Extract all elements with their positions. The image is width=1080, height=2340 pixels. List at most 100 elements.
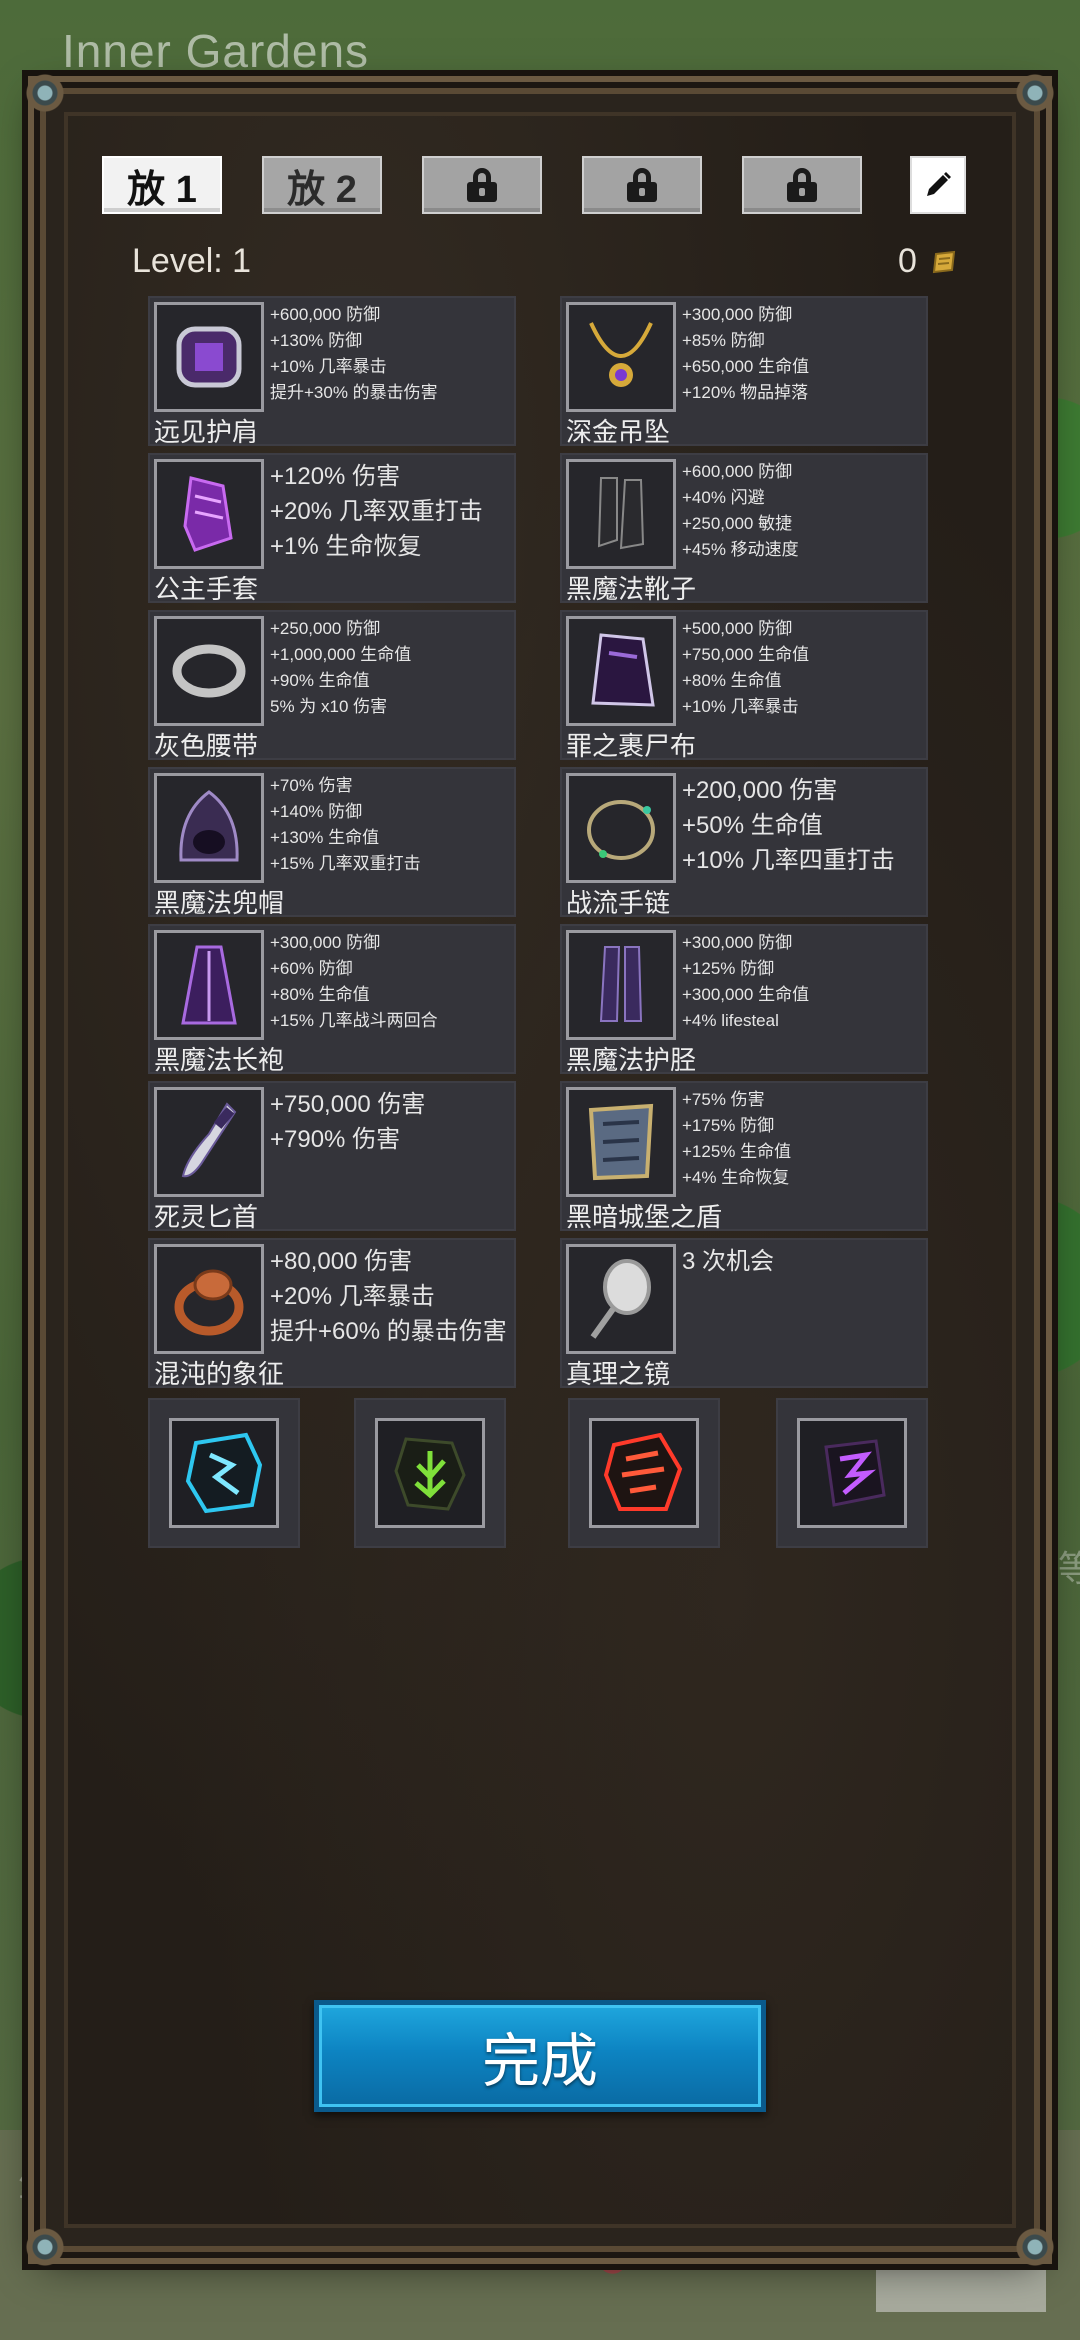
dagger-icon xyxy=(181,1102,237,1178)
item-stat-line: +80% 生命值 xyxy=(270,985,370,1004)
lock-icon xyxy=(787,168,817,202)
item-icon-frame xyxy=(154,459,264,569)
equipment-item[interactable]: +300,000 防御 +125% 防御 +300,000 生命值 +4% lifes… xyxy=(560,924,928,1075)
equipment-item[interactable]: +200,000 伤害 +50% 生命值 +10% 几率四重打击 战流手链 xyxy=(560,767,928,918)
item-stats: +600,000 防御 +40% 闪避 +250,000 敏捷 +45% 移动速度 xyxy=(682,459,922,563)
item-stat-line: +650,000 生命值 xyxy=(682,357,810,376)
equipment-item[interactable]: +120% 伤害 +20% 几率双重打击 +1% 生命恢复 公主手套 xyxy=(148,453,516,604)
equipment-item[interactable]: +75% 伤害 +175% 防御 +125% 生命值 +4% 生命恢复 黑暗城堡之盾 xyxy=(560,1081,928,1232)
lock-icon xyxy=(467,168,497,202)
hood-icon xyxy=(179,790,239,862)
red-rune-icon xyxy=(603,1432,683,1511)
item-name: 灰色腰带 xyxy=(154,731,259,761)
ring-icon xyxy=(174,1269,244,1336)
equipment-item[interactable]: +80,000 伤害 +20% 几率暴击 提升+60% 的暴击伤害 混沌的象征 xyxy=(148,1238,516,1389)
equipment-item[interactable]: +600,000 防御 +40% 闪避 +250,000 敏捷 +45% 移动速度 黑魔… xyxy=(560,453,928,604)
item-stat-line: +40% 闪避 xyxy=(682,488,765,507)
item-name: 深金吊坠 xyxy=(566,417,671,447)
item-stats: +300,000 防御 +125% 防御 +300,000 生命值 +4% lifes… xyxy=(682,930,922,1034)
tab-label: 放 1 xyxy=(127,168,197,211)
item-stat-line: +175% 防御 xyxy=(682,1116,775,1135)
item-stat-line: +75% 伤害 xyxy=(682,1090,765,1109)
item-stat-line: +45% 移动速度 xyxy=(682,540,799,559)
gold-scroll-icon xyxy=(932,250,956,274)
item-stat-line: +600,000 防御 xyxy=(682,462,793,481)
item-name: 远见护肩 xyxy=(154,417,259,447)
item-icon-frame xyxy=(566,616,676,726)
item-stat-line: +120% 伤害 xyxy=(270,463,401,490)
mirror-icon xyxy=(590,1259,651,1339)
item-stats: +300,000 防御 +85% 防御 +650,000 生命值 +120% 物品掉落 xyxy=(682,302,922,406)
item-stat-line: +10% 几率暴击 xyxy=(682,697,799,716)
gem-slot[interactable] xyxy=(776,1398,928,1548)
equipment-item[interactable]: +70% 伤害 +140% 防御 +130% 生命值 +15% 几率双重打击黑魔法兜帽 xyxy=(148,767,516,918)
equipment-item[interactable]: +300,000 防御 +85% 防御 +650,000 生命值 +120% 物品掉落… xyxy=(560,296,928,447)
item-stats: +500,000 防御 +750,000 生命值 +80% 生命值 +10% 几率暴击 xyxy=(682,616,922,720)
item-icon-frame xyxy=(154,302,264,412)
item-name: 战流手链 xyxy=(566,888,671,918)
item-icon-frame xyxy=(566,773,676,883)
item-stat-line: +120% 物品掉落 xyxy=(682,383,809,402)
tab-locked-5[interactable] xyxy=(742,156,862,214)
belt-icon xyxy=(172,644,246,698)
item-icon-frame xyxy=(154,1087,264,1197)
item-stats: +600,000 防御 +130% 防御 +10% 几率暴击 提升+30% 的暴击伤害 xyxy=(270,302,510,406)
equipment-item[interactable]: +750,000 伤害 +790% 伤害 死灵匕首 xyxy=(148,1081,516,1232)
boots-icon xyxy=(597,477,645,550)
panel-corner xyxy=(24,2226,66,2268)
zone-title: Inner Gardens xyxy=(62,25,370,77)
shoulder-armor-icon xyxy=(176,326,242,388)
item-name: 黑魔法兜帽 xyxy=(154,888,285,918)
item-stat-line: +130% 防御 xyxy=(270,331,363,350)
item-stat-line: +250,000 敏捷 xyxy=(682,514,793,533)
robe-icon xyxy=(181,945,237,1025)
item-stat-line: +80% 生命值 xyxy=(682,671,782,690)
item-icon-frame xyxy=(566,459,676,569)
item-stats: +75% 伤害 +175% 防御 +125% 生命值 +4% 生命恢复 xyxy=(682,1087,922,1191)
item-stat-line: 提升+30% 的暴击伤害 xyxy=(270,383,438,402)
item-name: 黑魔法长袍 xyxy=(154,1045,285,1075)
leggings-icon xyxy=(599,946,643,1022)
item-icon-frame xyxy=(154,1244,264,1354)
item-name: 死灵匕首 xyxy=(154,1202,259,1232)
tab-loadout-2[interactable]: 放 2 xyxy=(262,156,382,214)
item-stat-line: +90% 生命值 xyxy=(270,671,370,690)
equipment-item[interactable]: +600,000 防御 +130% 防御 +10% 几率暴击 提升+30% 的暴击伤害… xyxy=(148,296,516,447)
item-stat-line: +300,000 防御 xyxy=(682,933,793,952)
item-stat-line: +60% 防御 xyxy=(270,959,353,978)
item-stats: +70% 伤害 +140% 防御 +130% 生命值 +15% 几率双重打击 xyxy=(270,773,510,877)
gold-value: 0 xyxy=(898,242,917,280)
lock-icon xyxy=(627,168,657,202)
gem-slot[interactable] xyxy=(568,1398,720,1548)
equipment-item[interactable]: +250,000 防御 +1,000,000 生命值 +90% 生命值 5% 为 x1… xyxy=(148,610,516,761)
level-label: Level: 1 xyxy=(132,242,252,280)
equipment-item[interactable]: +300,000 防御 +60% 防御 +80% 生命值 +15% 几率战斗两回合 黑魔… xyxy=(148,924,516,1075)
item-name: 真理之镜 xyxy=(566,1359,671,1389)
gloves-icon xyxy=(183,476,233,552)
item-stat-line: +250,000 防御 xyxy=(270,619,381,638)
equipment-item[interactable]: +500,000 防御 +750,000 生命值 +80% 生命值 +10% 几率暴击… xyxy=(560,610,928,761)
gem-slot[interactable] xyxy=(148,1398,300,1548)
item-icon-frame xyxy=(566,930,676,1040)
item-icon-frame xyxy=(154,930,264,1040)
item-stats: 3 次机会 xyxy=(682,1244,922,1279)
bracelet-icon xyxy=(587,800,655,860)
gem-slot[interactable] xyxy=(354,1398,506,1548)
done-button[interactable]: 完成 xyxy=(314,2000,766,2112)
tab-loadout-1[interactable]: 放 1 xyxy=(102,156,222,214)
item-stats: +80,000 伤害 +20% 几率暴击 提升+60% 的暴击伤害 xyxy=(270,1244,510,1349)
item-icon-frame xyxy=(566,1087,676,1197)
item-icon-frame xyxy=(154,616,264,726)
equipment-item[interactable]: 3 次机会真理之镜 xyxy=(560,1238,928,1389)
item-name: 黑魔法护胫 xyxy=(566,1045,697,1075)
item-icon-frame xyxy=(566,1244,676,1354)
item-stat-line: +70% 伤害 xyxy=(270,776,353,795)
tab-locked-4[interactable] xyxy=(582,156,702,214)
item-icon-frame xyxy=(566,302,676,412)
edit-button[interactable] xyxy=(910,156,966,214)
item-stat-line: +4% 生命恢复 xyxy=(682,1168,790,1187)
item-stat-line: +125% 防御 xyxy=(682,959,775,978)
item-stat-line: +750,000 伤害 xyxy=(270,1091,426,1118)
tab-label: 放 2 xyxy=(287,168,357,211)
tab-locked-3[interactable] xyxy=(422,156,542,214)
